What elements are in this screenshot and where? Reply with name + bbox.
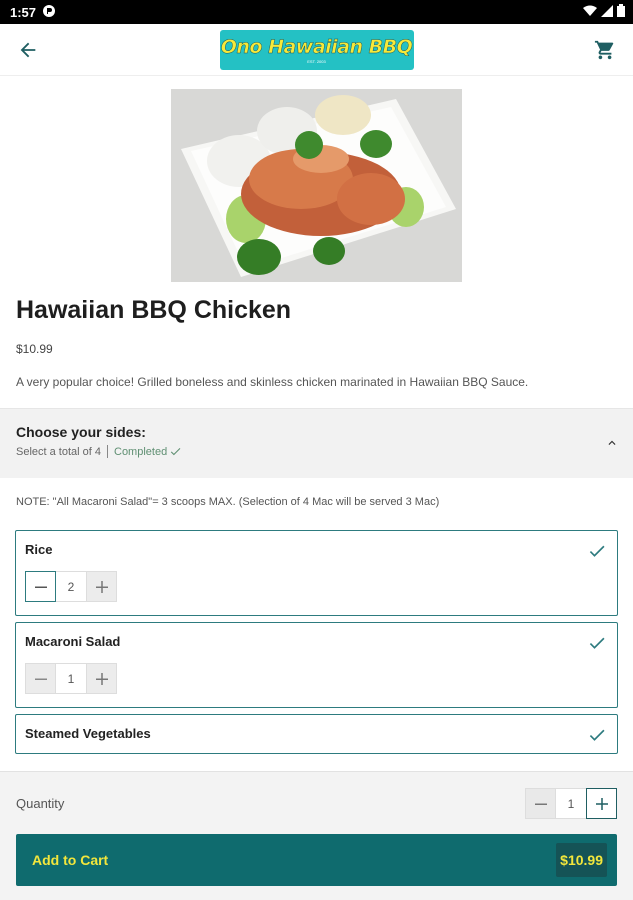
check-icon xyxy=(589,729,605,741)
battery-icon xyxy=(617,4,625,20)
option-name: Macaroni Salad xyxy=(25,634,121,649)
minus-icon xyxy=(34,678,47,680)
notification-icon xyxy=(42,4,56,21)
quantity-increment-button[interactable] xyxy=(586,788,617,819)
quantity-stepper: 1 xyxy=(25,663,608,694)
option-name: Steamed Vegetables xyxy=(25,726,151,741)
total-price: $10.99 xyxy=(556,843,607,877)
quantity-value: 1 xyxy=(56,663,86,694)
side-option-macaroni-salad[interactable]: Macaroni Salad 1 xyxy=(15,622,618,708)
minus-icon xyxy=(534,803,547,805)
plus-icon xyxy=(95,580,108,593)
add-to-cart-button[interactable]: Add to Cart $10.99 xyxy=(16,834,617,886)
cart-button[interactable] xyxy=(591,36,619,64)
chevron-up-icon[interactable] xyxy=(605,436,619,455)
arrow-left-icon xyxy=(20,42,36,57)
app-bar: Ono Hawaiian BBQ EST. 2003 xyxy=(0,24,633,76)
minus-icon xyxy=(34,586,47,588)
item-price: $10.99 xyxy=(16,342,53,356)
sides-note: NOTE: "All Macaroni Salad"= 3 scoops MAX… xyxy=(16,496,440,508)
check-icon xyxy=(171,448,181,456)
decrement-button[interactable] xyxy=(25,663,56,694)
sides-instruction: Select a total of 4 xyxy=(16,445,101,458)
order-panel: Quantity 1 Add to Cart $10.99 xyxy=(0,771,633,900)
sides-status: Completed xyxy=(114,445,168,458)
divider xyxy=(107,445,108,458)
side-option-rice[interactable]: Rice 2 xyxy=(15,530,618,616)
sides-section-header[interactable]: Choose your sides: Select a total of 4 C… xyxy=(0,408,633,478)
quantity-label: Quantity xyxy=(16,796,65,811)
back-button[interactable] xyxy=(14,36,42,64)
signal-icon xyxy=(601,4,613,20)
quantity-value: 2 xyxy=(56,571,86,602)
wifi-icon xyxy=(583,5,597,20)
quantity-value: 1 xyxy=(556,788,586,819)
logo-text: Ono Hawaiian BBQ xyxy=(220,35,413,58)
brand-logo: Ono Hawaiian BBQ EST. 2003 xyxy=(219,29,414,70)
quantity-decrement-button[interactable] xyxy=(525,788,556,819)
decrement-button[interactable] xyxy=(25,571,56,602)
increment-button[interactable] xyxy=(86,571,117,602)
quantity-stepper: 2 xyxy=(25,571,608,602)
logo-subtext: EST. 2003 xyxy=(307,58,326,64)
increment-button[interactable] xyxy=(86,663,117,694)
item-description: A very popular choice! Grilled boneless … xyxy=(16,375,529,389)
option-name: Rice xyxy=(25,542,53,557)
status-time: 1:57 xyxy=(10,4,37,20)
plus-icon xyxy=(95,672,108,685)
item-photo xyxy=(171,89,462,282)
add-to-cart-label: Add to Cart xyxy=(32,852,109,868)
plus-icon xyxy=(595,797,608,810)
cart-icon xyxy=(594,40,614,59)
check-icon xyxy=(589,637,605,649)
status-bar: 1:57 xyxy=(0,0,633,24)
order-quantity-stepper: 1 xyxy=(525,788,617,819)
side-option-steamed-vegetables[interactable]: Steamed Vegetables xyxy=(15,714,618,754)
item-title: Hawaiian BBQ Chicken xyxy=(16,296,292,324)
check-icon xyxy=(589,545,605,557)
sides-title: Choose your sides: xyxy=(16,424,146,440)
